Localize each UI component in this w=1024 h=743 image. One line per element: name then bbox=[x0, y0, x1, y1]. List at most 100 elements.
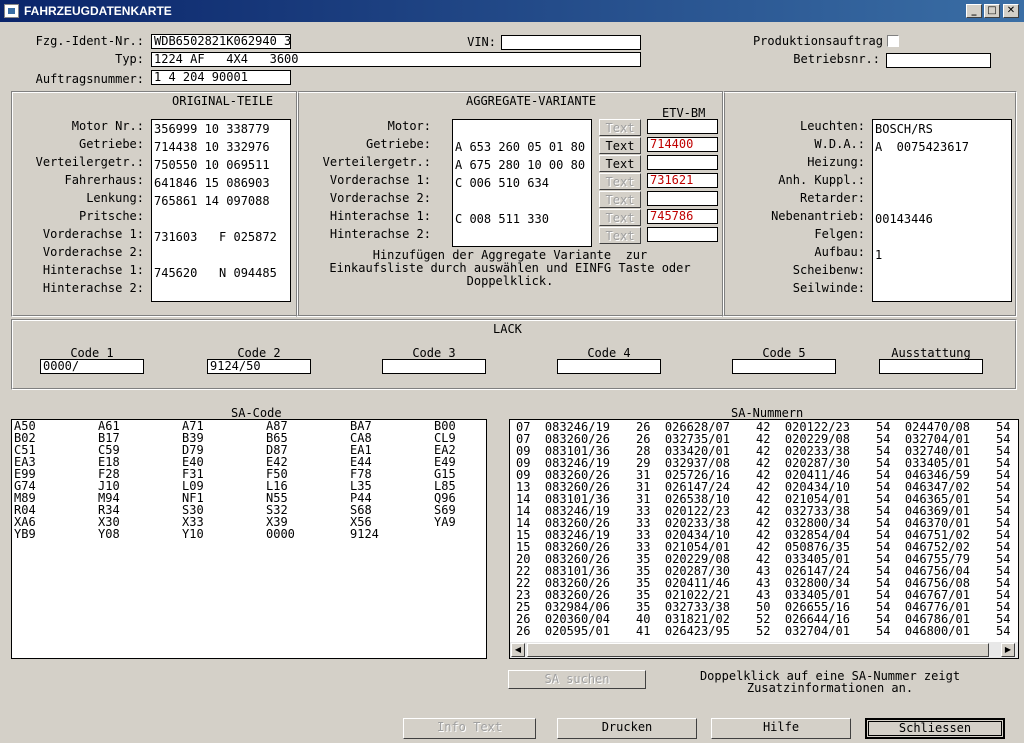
sa-nummer-item[interactable]: 41 026423/95 bbox=[636, 625, 730, 637]
drucken-button[interactable]: Drucken bbox=[557, 718, 697, 739]
eq-label-seilwinde: Seilwinde: bbox=[792, 281, 865, 295]
hilfe-button[interactable]: Hilfe bbox=[711, 718, 851, 739]
etv-field-ha2[interactable] bbox=[647, 227, 718, 242]
scroll-thumb[interactable] bbox=[527, 643, 989, 657]
sa-code-item[interactable]: YA9 bbox=[434, 516, 456, 528]
aggregate-hint-3: Doppelklick. bbox=[466, 274, 554, 288]
text-button-motor[interactable]: Text bbox=[599, 119, 641, 136]
scroll-left-icon[interactable]: ◀ bbox=[511, 643, 525, 657]
produktionsauftrag-checkbox[interactable] bbox=[887, 35, 899, 47]
aggregate-values-box[interactable]: A 653 260 05 01 80 A 675 280 10 00 80 C … bbox=[452, 119, 592, 247]
betriebsnr-field[interactable] bbox=[886, 53, 991, 68]
etv-field-va1[interactable]: 731621 bbox=[647, 173, 718, 188]
text-button-ha2[interactable]: Text bbox=[599, 227, 641, 244]
auftrag-field[interactable]: 1 4 204 90001 bbox=[151, 70, 291, 85]
eq-label-heizung: Heizung: bbox=[807, 155, 865, 169]
text-button-va2[interactable]: Text bbox=[599, 191, 641, 208]
typ-label: Typ: bbox=[115, 52, 144, 66]
text-button-ha1[interactable]: Text bbox=[599, 209, 641, 226]
sa-nummer-item[interactable]: 52 032704/01 bbox=[756, 625, 850, 637]
sa-nummern-list[interactable]: 07 083246/19 26 026628/07 42 020122/23 54 0… bbox=[509, 419, 1019, 659]
orig-value-getriebe: 714438 10 332976 bbox=[154, 140, 270, 154]
text-button-va1[interactable]: Text bbox=[599, 173, 641, 190]
agg-value-getriebe: A 653 260 05 01 80 bbox=[455, 140, 586, 154]
text-button-verteiler[interactable]: Text bbox=[599, 155, 641, 172]
sa-code-item[interactable]: YB9 bbox=[14, 528, 36, 540]
etv-field-motor[interactable] bbox=[647, 119, 718, 134]
maximize-button[interactable]: □ bbox=[984, 4, 1000, 18]
eq-label-wda: W.D.A.: bbox=[814, 137, 865, 151]
etv-field-va2[interactable] bbox=[647, 191, 718, 206]
lack-code-4-field[interactable] bbox=[557, 359, 661, 374]
lack-ausstattung-field[interactable] bbox=[879, 359, 983, 374]
sa-code-item[interactable]: Y10 bbox=[182, 528, 204, 540]
sa-hint-2: Zusatzinformationen an. bbox=[746, 681, 914, 695]
orig-label-ha1: Hinterachse 1: bbox=[42, 263, 144, 277]
scroll-right-icon[interactable]: ▶ bbox=[1001, 643, 1015, 657]
text-button-getriebe[interactable]: Text bbox=[599, 137, 641, 154]
etv-field-getriebe[interactable]: 714400 bbox=[647, 137, 718, 152]
fzg-label: Fzg.-Ident-Nr.: bbox=[35, 34, 144, 48]
typ-field[interactable]: 1224 AF 4X4 3600 bbox=[151, 52, 641, 67]
orig-label-va2: Vorderachse 2: bbox=[42, 245, 144, 259]
eq-label-felgen: Felgen: bbox=[814, 227, 865, 241]
schliessen-button[interactable]: Schliessen bbox=[865, 718, 1005, 739]
sa-nummern-title: SA-Nummern bbox=[731, 406, 804, 420]
orig-value-motor: 356999 10 338779 bbox=[154, 122, 270, 136]
agg-label-ha1: Hinterachse 1: bbox=[329, 209, 431, 223]
agg-label-va1: Vorderachse 1: bbox=[329, 173, 431, 187]
original-values-box[interactable]: 356999 10 338779 714438 10 332976 750550… bbox=[151, 119, 291, 302]
sa-nummer-item[interactable]: 54 bbox=[996, 625, 1010, 637]
orig-label-pritsche: Pritsche: bbox=[78, 209, 144, 223]
lack-label-2: Code 2 bbox=[237, 346, 281, 360]
close-window-button[interactable]: ✕ bbox=[1003, 4, 1019, 18]
orig-label-getriebe: Getriebe: bbox=[78, 137, 144, 151]
etv-field-verteiler[interactable] bbox=[647, 155, 718, 170]
lack-code-3-field[interactable] bbox=[382, 359, 486, 374]
etv-field-ha1[interactable]: 745786 bbox=[647, 209, 718, 224]
eq-label-aufbau: Aufbau: bbox=[814, 245, 865, 259]
vin-field[interactable] bbox=[501, 35, 641, 50]
sa-nummer-item[interactable]: 54 046800/01 bbox=[876, 625, 970, 637]
minimize-button[interactable]: _ bbox=[966, 4, 982, 18]
eq-label-nebenantrieb: Nebenantrieb: bbox=[771, 209, 865, 223]
sa-code-list[interactable]: A50 A61 A71 A87 BA7 B00 B02 B17 B39 B65 CA8 CL9 C51 C… bbox=[11, 419, 487, 659]
orig-label-motor: Motor Nr.: bbox=[71, 119, 144, 133]
eq-value-leuchten: BOSCH/RS bbox=[875, 122, 933, 136]
sa-code-item[interactable]: 0000 bbox=[266, 528, 295, 540]
auftrag-label: Auftragsnummer: bbox=[35, 72, 144, 86]
window-title: FAHRZEUGDATENKARTE bbox=[24, 4, 172, 18]
fzg-ident-field[interactable]: WDB6502821K062940 3 bbox=[151, 34, 291, 49]
lack-label-4: Code 4 bbox=[587, 346, 631, 360]
divider-right bbox=[722, 91, 725, 317]
orig-label-va1: Vorderachse 1: bbox=[42, 227, 144, 241]
orig-value-lenkung: 765861 14 097088 bbox=[154, 194, 270, 208]
eq-label-retarder: Retarder: bbox=[799, 191, 865, 205]
agg-label-getriebe: Getriebe: bbox=[365, 137, 431, 151]
info-text-button[interactable]: Info Text bbox=[403, 718, 536, 739]
eq-label-anh: Anh. Kuppl.: bbox=[778, 173, 865, 187]
etv-title: ETV-BM bbox=[662, 106, 706, 120]
eq-value-nebenantrieb: 00143446 bbox=[875, 212, 933, 226]
betriebsnr-label: Betriebsnr.: bbox=[793, 52, 880, 66]
eq-label-leuchten: Leuchten: bbox=[799, 119, 865, 133]
orig-value-ha1: 745620 N 094485 bbox=[154, 266, 277, 280]
equipment-values-box[interactable]: BOSCH/RS A 0075423617 00143446 1 bbox=[872, 119, 1012, 302]
orig-label-ha2: Hinterachse 2: bbox=[42, 281, 144, 295]
lack-code-1-field[interactable]: 0000/ bbox=[40, 359, 144, 374]
lack-code-5-field[interactable] bbox=[732, 359, 836, 374]
orig-label-verteiler: Verteilergetr.: bbox=[35, 155, 144, 169]
aggregate-title: AGGREGATE-VARIANTE bbox=[466, 94, 597, 108]
aggregate-hint-1: Hinzufügen der Aggregate Variante zur bbox=[372, 248, 648, 262]
orig-label-lenkung: Lenkung: bbox=[86, 191, 144, 205]
sa-nummer-item[interactable]: 26 020595/01 bbox=[516, 625, 610, 637]
agg-value-verteiler: A 675 280 10 00 80 bbox=[455, 158, 586, 172]
sa-nummern-hscrollbar[interactable]: ◀ ▶ bbox=[510, 642, 1018, 658]
agg-label-verteiler: Verteilergetr.: bbox=[322, 155, 431, 169]
lack-code-2-field[interactable]: 9124/50 bbox=[207, 359, 311, 374]
sa-code-item[interactable]: Y08 bbox=[98, 528, 120, 540]
sa-code-item[interactable]: 9124 bbox=[350, 528, 379, 540]
sa-suchen-button[interactable]: SA suchen bbox=[508, 670, 646, 689]
divider-left bbox=[296, 91, 299, 317]
orig-value-va1: 731603 F 025872 bbox=[154, 230, 277, 244]
